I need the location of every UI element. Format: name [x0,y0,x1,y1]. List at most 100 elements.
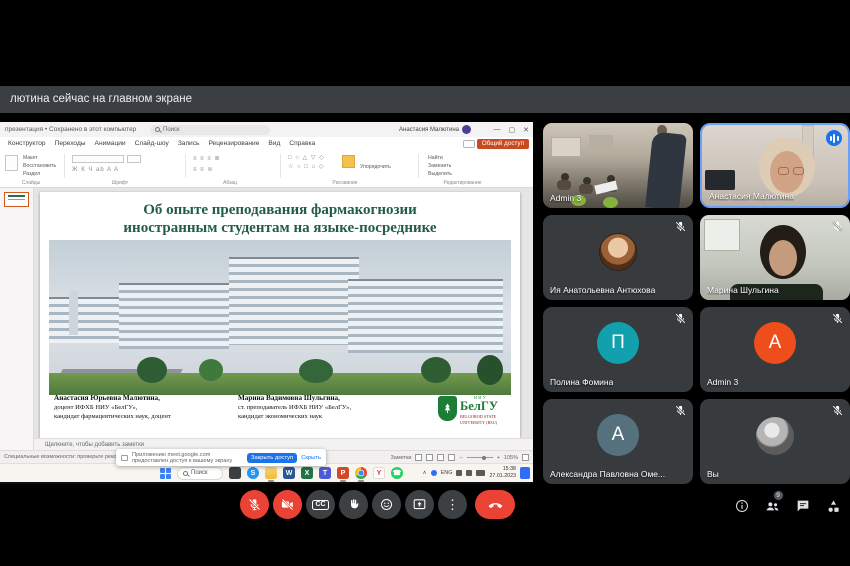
view-slideshow-icon[interactable] [448,454,455,461]
tab-slideshow[interactable]: Слайд-шоу [135,140,169,147]
notes-toggle[interactable]: Заметки [390,455,411,461]
tab-transitions[interactable]: Переходы [55,140,86,147]
zoom-level[interactable]: 105% [504,455,518,461]
tab-constructor[interactable]: Конструктор [8,140,46,147]
stop-sharing-button[interactable]: Закрыть доступ [247,453,297,463]
slide-thumbnail-panel[interactable] [0,188,34,450]
new-slide-icon[interactable] [5,155,18,171]
view-sorter-icon[interactable] [426,454,433,461]
tab-animations[interactable]: Анимации [95,140,126,147]
battery-icon[interactable] [476,470,485,476]
chrome-icon[interactable] [355,467,367,479]
tree [137,357,167,383]
zoom-out-button[interactable]: − [459,455,462,461]
font-size-box[interactable] [127,155,141,163]
ribbon-reset[interactable]: Восстановить [23,163,56,169]
tab-view[interactable]: Вид [268,140,280,147]
close-button[interactable]: ✕ [523,126,529,134]
avatar [599,233,637,271]
taskbar-search[interactable]: Поиск [177,467,223,480]
quick-styles-icon[interactable] [342,155,355,168]
view-reading-icon[interactable] [437,454,444,461]
paragraph-buttons-row2[interactable]: ≡ ≡ ≋ [193,166,213,173]
hide-notice-link[interactable]: Скрыть [301,455,321,461]
teams-icon[interactable]: T [319,467,331,479]
ribbon-select[interactable]: Выделить [428,171,452,177]
chat-button[interactable] [794,497,812,515]
skype-icon[interactable]: S [247,467,259,479]
slide-thumbnail-1[interactable] [4,192,29,207]
participant-tile-admin3-video[interactable]: Admin 3 [543,123,693,208]
zoom-in-button[interactable]: + [497,455,500,461]
participant-tile-anastasia[interactable]: Анастасия Малютина [700,123,850,208]
fit-slide-icon[interactable] [522,454,529,461]
meeting-info-button[interactable] [733,497,751,515]
participant-tile-alexandra[interactable]: A Александра Павловна Оме... [543,399,693,484]
slide-canvas[interactable]: Об опыте преподавания фармакогнозии инос… [40,192,520,438]
file-explorer-icon[interactable] [265,467,277,479]
author-1-role2: кандидат фармацевтических наук, доцент [54,412,220,421]
language-indicator[interactable]: ENG [441,470,453,476]
participant-name: Admin 3 [707,377,738,387]
yandex-icon[interactable]: Y [373,467,385,479]
taskview-icon[interactable] [229,467,241,479]
raise-hand-button[interactable] [339,490,368,519]
start-button[interactable] [160,468,171,479]
presenting-banner-text: лютина сейчас на главном экране [10,93,192,105]
slide-title-line2: иностранным студентам на языке-посредник… [40,219,520,237]
group-slides: Слайды [0,180,62,186]
view-normal-icon[interactable] [415,454,422,461]
avatar [756,417,794,455]
restore-button[interactable]: ▢ [509,126,516,134]
participant-name: Admin 3 [550,193,581,203]
tab-review[interactable]: Рецензирование [208,140,259,147]
ppt-search-box[interactable]: Поиск [150,125,270,135]
volume-icon[interactable] [466,470,472,476]
tray-chevron[interactable]: ∧ [423,470,427,476]
ppt-account[interactable]: Анастасия Малютина [399,125,471,134]
reactions-button[interactable] [372,490,401,519]
tray-time: 15:38 [489,466,516,473]
ribbon-find[interactable]: Найти [428,155,443,161]
participant-tile-marina[interactable]: Марина Шульгина [700,215,850,300]
notes-hint: Щелкните, чтобы добавить заметки [45,442,144,448]
ribbon-section[interactable]: Раздел [23,171,40,177]
tray-app-icon[interactable] [431,470,437,476]
slide-title: Об опыте преподавания фармакогнозии инос… [40,201,520,238]
font-name-box[interactable] [72,155,124,163]
mic-off-button[interactable] [240,490,269,519]
shapes-gallery-row2[interactable]: ☆ ○ □ ⌂ ◇ [288,163,325,170]
participant-tile-polina[interactable]: П Полина Фомина [543,307,693,392]
shapes-gallery-row1[interactable]: □ ○ △ ▽ ◇ [288,154,325,161]
tab-help[interactable]: Справка [289,140,315,147]
present-screen-button[interactable] [405,490,434,519]
ppt-share-button[interactable]: Общий доступ [477,139,529,149]
notification-center-icon[interactable] [520,467,530,479]
tab-record[interactable]: Запись [178,140,200,147]
wifi-icon[interactable] [456,470,462,476]
excel-icon[interactable]: X [301,467,313,479]
ribbon-replace[interactable]: Заменить [428,163,451,169]
clock[interactable]: 15:38 27.01.2023 [489,466,516,479]
camera-off-button[interactable] [273,490,302,519]
ribbon-arrange[interactable]: Упорядочить [360,164,391,170]
whatsapp-icon[interactable]: ☎ [391,467,403,479]
captions-button[interactable]: CC [306,490,335,519]
activities-button[interactable] [825,497,843,515]
comments-icon[interactable] [463,140,475,148]
paragraph-buttons-row1[interactable]: ≡ ≡ ≡ ≣ [193,155,221,162]
participant-tile-iya[interactable]: Ия Анатольевна Антюхова [543,215,693,300]
font-style-buttons[interactable]: Ж К Ч ab A A [72,167,119,173]
minimize-button[interactable]: — [494,126,501,133]
initial-avatar: П [597,322,639,364]
participant-tile-admin3-avatar[interactable]: A Admin 3 [700,307,850,392]
powerpoint-icon[interactable]: P [337,467,349,479]
ribbon-layout[interactable]: Макет [23,155,38,161]
participants-button[interactable]: 9 [764,497,782,515]
zoom-slider[interactable] [467,457,493,458]
more-options-button[interactable]: ⋮ [438,490,467,519]
end-call-button[interactable] [475,490,515,519]
participant-tile-you[interactable]: Вы [700,399,850,484]
author-2-role2: кандидат экономических наук [238,412,404,421]
word-icon[interactable]: W [283,467,295,479]
